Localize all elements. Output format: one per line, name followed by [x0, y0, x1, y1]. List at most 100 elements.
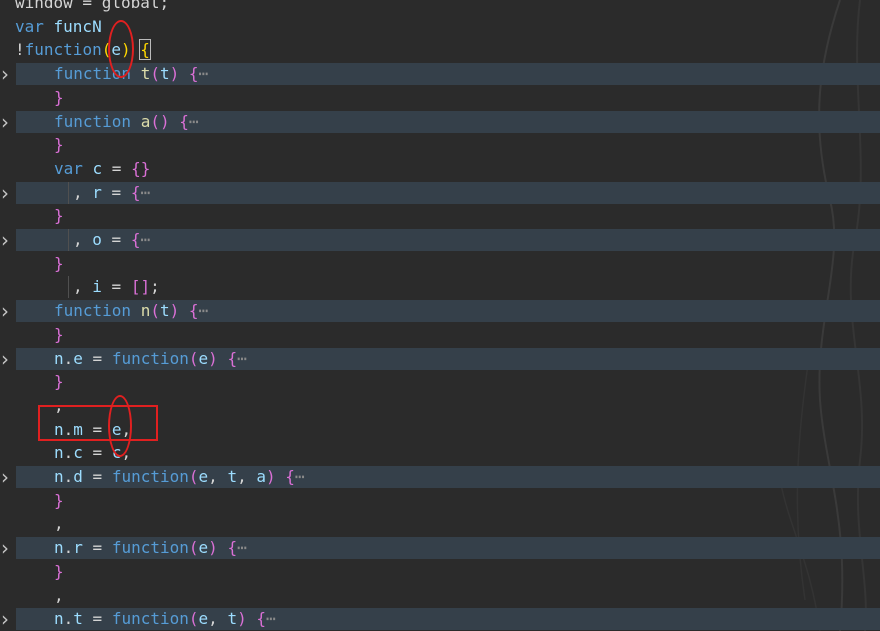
code-line[interactable]: , [0, 585, 880, 607]
code-token: t [140, 64, 151, 84]
code-token: e [73, 348, 83, 368]
code-line[interactable]: var c = {} [0, 158, 880, 180]
code-line[interactable]: › n.r = function(e) {⋯ [0, 537, 880, 560]
folded-ellipsis[interactable]: ⋯ [189, 112, 199, 131]
chevron-right-icon[interactable]: › [1, 300, 9, 322]
code-token: { [139, 39, 151, 61]
code-line[interactable]: › function a() {⋯ [0, 110, 880, 133]
folded-ellipsis[interactable]: ⋯ [237, 349, 247, 368]
code-editor[interactable]: window = global; var funcN !function(e) {›… [0, 0, 880, 631]
folded-ellipsis[interactable]: ⋯ [140, 183, 150, 202]
chevron-right-icon[interactable]: › [1, 111, 9, 133]
chevron-right-icon[interactable]: › [1, 466, 9, 488]
code-token: t [159, 64, 170, 84]
code-text: } [54, 253, 64, 275]
indent-guide [68, 229, 69, 251]
code-text: , i = []; [73, 276, 160, 298]
code-line[interactable]: › function t(t) {⋯ [0, 63, 880, 86]
chevron-right-icon[interactable]: › [1, 608, 9, 630]
code-line[interactable]: › n.t = function(e, t) {⋯ [0, 608, 880, 631]
code-token: r [73, 538, 83, 558]
code-token: a [140, 111, 151, 131]
code-token: window = global; [15, 0, 170, 12]
code-line[interactable]: › function n(t) {⋯ [0, 300, 880, 323]
code-text: } [54, 561, 64, 583]
folded-ellipsis[interactable]: ⋯ [266, 609, 276, 628]
code-line[interactable]: window = global; [0, 0, 880, 14]
code-token: = [102, 158, 132, 178]
code-token: , [237, 467, 257, 486]
code-line[interactable]: , i = []; [0, 276, 880, 299]
code-token: . [63, 609, 74, 629]
code-token: ( [188, 538, 199, 558]
code-line[interactable]: ›, r = {⋯ [0, 181, 880, 204]
code-token: . [63, 467, 74, 486]
code-token: { [179, 111, 189, 131]
code-token: ( [150, 301, 160, 321]
code-token: { [188, 301, 199, 321]
code-line[interactable]: › , o = {⋯ [0, 229, 880, 251]
folded-ellipsis[interactable]: ⋯ [237, 538, 247, 557]
chevron-right-icon[interactable]: › [1, 537, 9, 559]
folded-ellipsis[interactable]: ⋯ [199, 301, 209, 320]
code-token: , [54, 585, 64, 605]
code-line[interactable]: › n.e = function(e) {⋯ [0, 347, 880, 370]
folded-ellipsis[interactable]: ⋯ [295, 467, 305, 486]
folded-ellipsis[interactable]: ⋯ [199, 64, 209, 83]
code-line[interactable]: › n.d = function(e, t, a) {⋯ [0, 466, 880, 488]
code-line[interactable]: n.c = c, [0, 442, 880, 464]
code-token: , [73, 277, 93, 297]
code-token: } [54, 490, 64, 510]
code-line[interactable]: } [0, 134, 880, 156]
code-line[interactable]: } [0, 490, 880, 512]
code-token: e [198, 609, 209, 629]
code-token: , [208, 467, 228, 486]
code-token: ) [265, 467, 276, 486]
code-token: n [54, 467, 64, 486]
code-line[interactable]: } [0, 561, 880, 583]
code-token: = [101, 277, 131, 297]
code-text: , [54, 585, 64, 607]
code-text: } [54, 371, 64, 393]
code-line[interactable]: } [0, 324, 880, 346]
code-token: funcN [53, 16, 102, 36]
code-text: var c = {} [54, 158, 150, 180]
folded-ellipsis[interactable]: ⋯ [140, 230, 150, 249]
code-token: ) [169, 301, 180, 321]
code-token: { [227, 538, 238, 558]
code-text: } [54, 490, 64, 512]
code-text: function n(t) {⋯ [54, 300, 208, 322]
code-line[interactable]: } [0, 253, 880, 275]
code-text: n.d = function(e, t, a) {⋯ [54, 466, 305, 488]
code-token: = [101, 230, 131, 249]
code-token: {} [131, 158, 151, 178]
chevron-right-icon[interactable]: › [1, 348, 9, 370]
code-line[interactable]: } [0, 87, 880, 109]
code-token: ; [150, 277, 160, 297]
code-text: function a() {⋯ [54, 111, 199, 133]
chevron-right-icon[interactable]: › [1, 182, 9, 204]
code-line[interactable]: } [0, 371, 880, 393]
code-text: } [54, 87, 64, 109]
code-token: n [140, 301, 151, 321]
code-text: , o = {⋯ [73, 229, 150, 251]
code-token: i [92, 277, 102, 297]
code-token: e [198, 467, 209, 486]
code-line[interactable]: } [0, 205, 880, 227]
code-line[interactable]: , [0, 513, 880, 535]
code-token: } [54, 135, 64, 155]
code-token: { [188, 64, 199, 84]
chevron-right-icon[interactable]: › [1, 63, 9, 85]
code-token: n [54, 348, 64, 368]
code-token: = [82, 348, 112, 368]
code-token: } [54, 324, 64, 344]
code-token: = [82, 467, 112, 486]
chevron-right-icon[interactable]: › [1, 229, 9, 251]
